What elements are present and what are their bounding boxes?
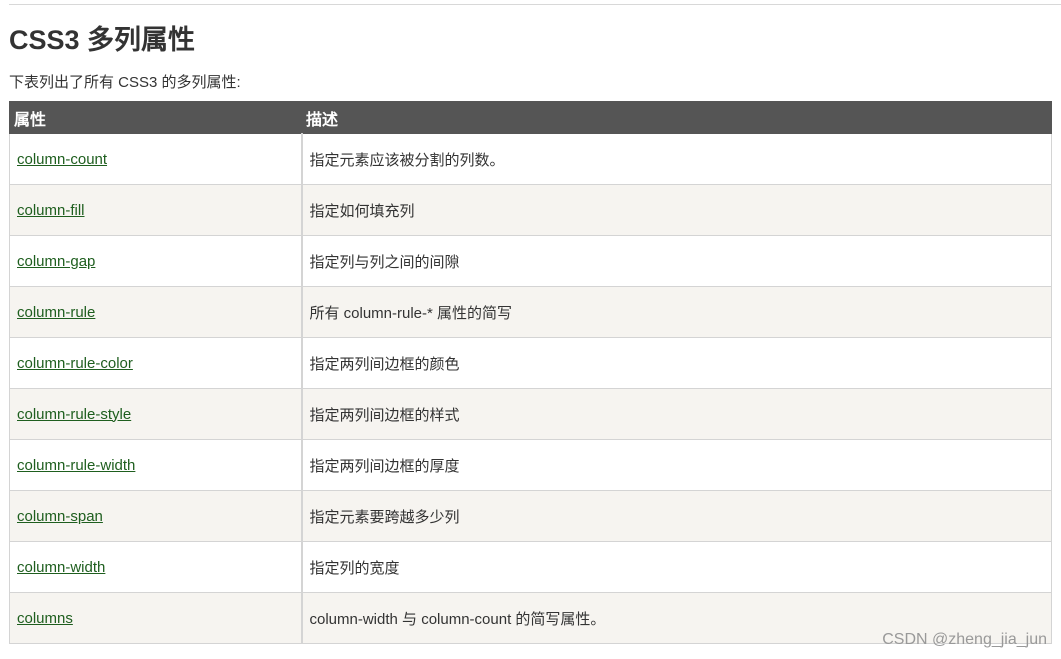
table-row: column-width 指定列的宽度	[9, 541, 1052, 593]
table-row: column-fill 指定如何填充列	[9, 184, 1052, 236]
table-row: column-rule 所有 column-rule-* 属性的简写	[9, 286, 1052, 338]
property-link-columns[interactable]: columns	[17, 610, 73, 627]
description-cell: 指定两列间边框的颜色	[301, 337, 1052, 389]
property-link-column-rule-color[interactable]: column-rule-color	[17, 355, 133, 372]
top-divider	[9, 4, 1061, 5]
table-header-row: 属性 描述	[9, 101, 1052, 134]
header-property: 属性	[9, 101, 302, 134]
property-cell: column-rule-width	[9, 439, 303, 491]
description-cell: 指定列与列之间的间隙	[301, 235, 1052, 287]
description-cell: 指定列的宽度	[301, 541, 1052, 593]
property-cell: column-fill	[9, 184, 303, 236]
property-link-column-count[interactable]: column-count	[17, 151, 107, 168]
description-cell: 指定元素要跨越多少列	[301, 490, 1052, 542]
description-cell: 所有 column-rule-* 属性的简写	[301, 286, 1052, 338]
property-cell: column-width	[9, 541, 303, 593]
property-cell: column-gap	[9, 235, 303, 287]
properties-table: 属性 描述 column-count 指定元素应该被分割的列数。 column-…	[9, 101, 1052, 644]
property-cell: column-rule-color	[9, 337, 303, 389]
property-link-column-span[interactable]: column-span	[17, 508, 103, 525]
property-cell: columns	[9, 592, 303, 644]
table-row: column-count 指定元素应该被分割的列数。	[9, 133, 1052, 185]
intro-text: 下表列出了所有 CSS3 的多列属性:	[9, 74, 241, 91]
property-link-column-width[interactable]: column-width	[17, 559, 105, 576]
table-row: column-rule-style 指定两列间边框的样式	[9, 388, 1052, 440]
watermark: CSDN @zheng_jia_jun	[882, 631, 1047, 648]
table-row: column-span 指定元素要跨越多少列	[9, 490, 1052, 542]
property-cell: column-span	[9, 490, 303, 542]
property-cell: column-rule	[9, 286, 303, 338]
table-row: column-rule-color 指定两列间边框的颜色	[9, 337, 1052, 389]
property-link-column-rule-style[interactable]: column-rule-style	[17, 406, 131, 423]
page-title: CSS3 多列属性	[9, 25, 196, 55]
description-cell: 指定两列间边框的样式	[301, 388, 1052, 440]
page: CSS3 多列属性 下表列出了所有 CSS3 的多列属性: 属性 描述 colu…	[0, 0, 1061, 659]
table-row: column-gap 指定列与列之间的间隙	[9, 235, 1052, 287]
header-description: 描述	[301, 101, 1052, 134]
property-link-column-rule-width[interactable]: column-rule-width	[17, 457, 135, 474]
property-link-column-gap[interactable]: column-gap	[17, 253, 95, 270]
property-cell: column-rule-style	[9, 388, 303, 440]
description-cell: 指定如何填充列	[301, 184, 1052, 236]
description-cell: 指定两列间边框的厚度	[301, 439, 1052, 491]
table-row: column-rule-width 指定两列间边框的厚度	[9, 439, 1052, 491]
property-link-column-rule[interactable]: column-rule	[17, 304, 95, 321]
description-cell: 指定元素应该被分割的列数。	[301, 133, 1052, 185]
property-cell: column-count	[9, 133, 303, 185]
property-link-column-fill[interactable]: column-fill	[17, 202, 85, 219]
